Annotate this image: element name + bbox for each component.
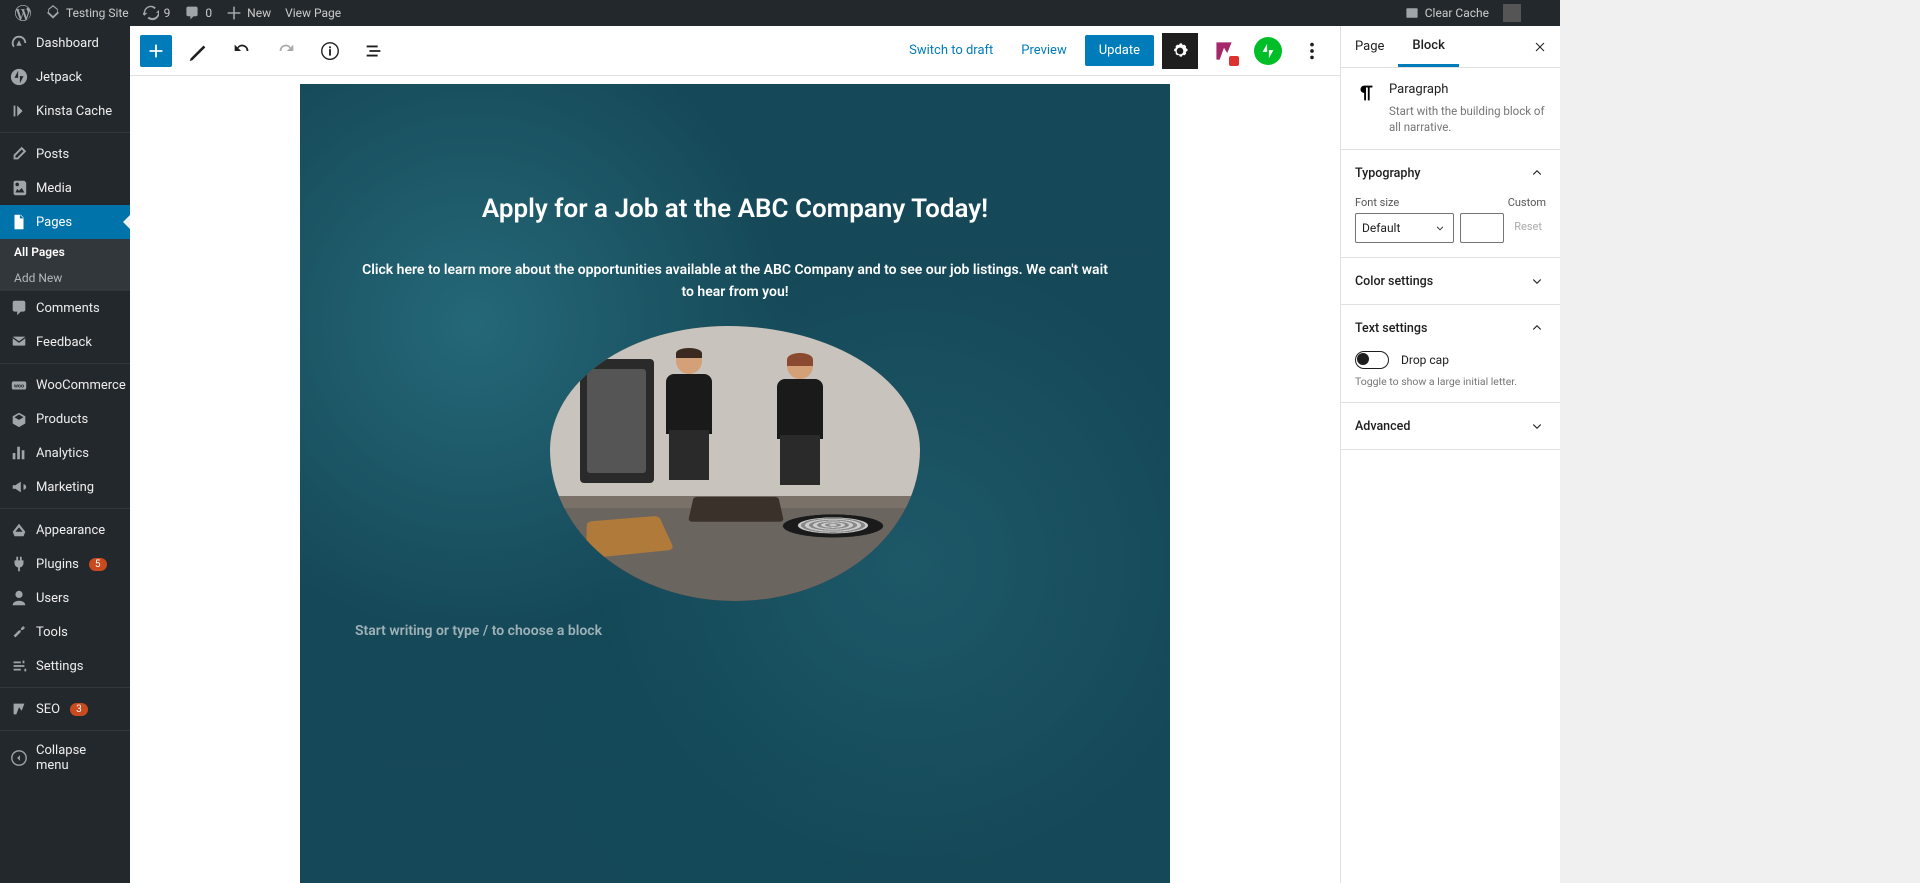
svg-text:woo: woo	[14, 384, 24, 390]
menu-woocommerce[interactable]: wooWooCommerce	[0, 363, 130, 402]
menu-analytics[interactable]: Analytics	[0, 436, 130, 470]
drop-cap-help: Toggle to show a large initial letter.	[1355, 375, 1546, 388]
new-content[interactable]: New	[219, 0, 278, 26]
panel-text-toggle[interactable]: Text settings	[1341, 305, 1560, 351]
menu-marketing[interactable]: Marketing	[0, 470, 130, 504]
panel-text: Text settings Drop cap Toggle to show a …	[1341, 305, 1560, 403]
panel-typography: Typography Font size Custom Default Reset	[1341, 150, 1560, 258]
plugins-badge: 5	[89, 558, 107, 571]
menu-pages[interactable]: Pages	[0, 205, 130, 239]
info-button[interactable]	[312, 33, 348, 69]
jetpack-icon	[1254, 37, 1282, 65]
site-name[interactable]: Testing Site	[38, 0, 136, 26]
menu-plugins[interactable]: Plugins5	[0, 547, 130, 581]
editor: Switch to draft Preview Update Apply for…	[130, 26, 1340, 883]
menu-products[interactable]: Products	[0, 402, 130, 436]
jetpack-button[interactable]	[1250, 33, 1286, 69]
cover-heading[interactable]: Apply for a Job at the ABC Company Today…	[355, 194, 1115, 224]
settings-toggle[interactable]	[1162, 33, 1198, 69]
cover-paragraph[interactable]: Click here to learn more about the oppor…	[355, 259, 1115, 304]
chevron-up-icon	[1528, 164, 1546, 182]
admin-bar: Testing Site 9 0 New View Page Clear Cac…	[0, 0, 1560, 26]
preview-button[interactable]: Preview	[1011, 37, 1076, 64]
view-page[interactable]: View Page	[278, 0, 348, 26]
submenu-all-pages[interactable]: All Pages	[0, 239, 130, 265]
undo-button[interactable]	[224, 33, 260, 69]
yoast-button[interactable]	[1206, 33, 1242, 69]
more-menu[interactable]	[1294, 33, 1330, 69]
menu-dashboard[interactable]: Dashboard	[0, 26, 130, 60]
cover-block[interactable]: Apply for a Job at the ABC Company Today…	[300, 84, 1170, 883]
menu-posts[interactable]: Posts	[0, 132, 130, 171]
reset-button[interactable]: Reset	[1510, 213, 1546, 240]
menu-kinsta[interactable]: Kinsta Cache	[0, 94, 130, 128]
outline-button[interactable]	[356, 33, 392, 69]
settings-tabs: Page Block	[1341, 26, 1560, 68]
seo-badge: 3	[70, 703, 88, 716]
menu-jetpack[interactable]: Jetpack	[0, 60, 130, 94]
block-name: Paragraph	[1389, 82, 1546, 97]
comments-count[interactable]: 0	[177, 0, 219, 26]
paragraph-icon	[1355, 82, 1377, 104]
updates[interactable]: 9	[136, 0, 178, 26]
avatar-icon	[1503, 4, 1521, 22]
panel-advanced-toggle[interactable]: Advanced	[1341, 403, 1560, 449]
font-size-select[interactable]: Default	[1355, 213, 1454, 243]
block-card: Paragraph Start with the building block …	[1341, 68, 1560, 150]
menu-comments[interactable]: Comments	[0, 291, 130, 325]
tab-page[interactable]: Page	[1341, 26, 1398, 67]
expand[interactable]	[1528, 0, 1552, 26]
chevron-down-icon	[1528, 272, 1546, 290]
chevron-down-icon	[1528, 417, 1546, 435]
add-block-button[interactable]	[140, 35, 172, 67]
chevron-up-icon	[1528, 319, 1546, 337]
panel-color-toggle[interactable]: Color settings	[1341, 258, 1560, 304]
custom-size-input[interactable]	[1460, 213, 1504, 243]
admin-menu: Dashboard Jetpack Kinsta Cache Posts Med…	[0, 26, 130, 883]
settings-sidebar: Page Block Paragraph Start with the buil…	[1340, 26, 1560, 883]
editor-canvas[interactable]: Apply for a Job at the ABC Company Today…	[130, 76, 1340, 883]
wp-logo[interactable]	[8, 0, 38, 26]
menu-users[interactable]: Users	[0, 581, 130, 615]
clear-cache[interactable]: Clear Cache	[1397, 0, 1496, 26]
drop-cap-toggle[interactable]	[1355, 351, 1389, 369]
block-description: Start with the building block of all nar…	[1389, 103, 1546, 135]
editor-header: Switch to draft Preview Update	[130, 26, 1340, 76]
close-sidebar[interactable]	[1520, 39, 1560, 55]
menu-media[interactable]: Media	[0, 171, 130, 205]
menu-settings[interactable]: Settings	[0, 649, 130, 683]
block-placeholder[interactable]: Start writing or type / to choose a bloc…	[355, 623, 1115, 639]
menu-tools[interactable]: Tools	[0, 615, 130, 649]
redo-button[interactable]	[268, 33, 304, 69]
tools-button[interactable]	[180, 33, 216, 69]
custom-label: Custom	[1508, 196, 1546, 209]
font-size-label: Font size	[1355, 196, 1399, 209]
update-button[interactable]: Update	[1085, 35, 1154, 66]
menu-seo[interactable]: SEO3	[0, 687, 130, 726]
chevron-down-icon	[1433, 221, 1447, 235]
menu-appearance[interactable]: Appearance	[0, 508, 130, 547]
submenu-add-new[interactable]: Add New	[0, 265, 130, 291]
yoast-icon	[1211, 38, 1237, 64]
menu-collapse[interactable]: Collapse menu	[0, 730, 130, 781]
cover-image[interactable]	[550, 326, 920, 601]
pages-submenu: All Pages Add New	[0, 239, 130, 291]
account[interactable]	[1496, 0, 1528, 26]
panel-color: Color settings	[1341, 258, 1560, 305]
menu-feedback[interactable]: Feedback	[0, 325, 130, 359]
switch-to-draft[interactable]: Switch to draft	[899, 37, 1003, 64]
panel-typography-toggle[interactable]: Typography	[1341, 150, 1560, 196]
panel-advanced: Advanced	[1341, 403, 1560, 450]
drop-cap-label: Drop cap	[1401, 353, 1449, 367]
tab-block[interactable]: Block	[1398, 26, 1458, 67]
